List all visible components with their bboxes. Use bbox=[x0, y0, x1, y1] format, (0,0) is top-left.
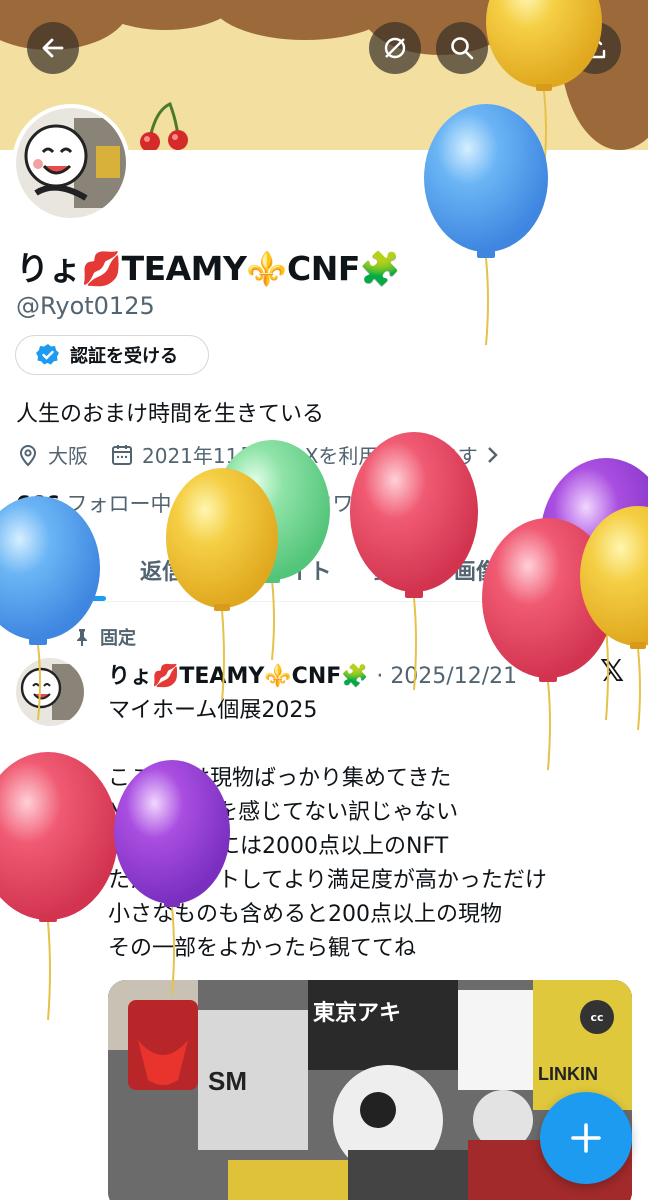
share-button[interactable] bbox=[569, 22, 621, 74]
profile-location: 大阪 bbox=[48, 444, 88, 468]
followers-label: フォロワー bbox=[269, 492, 375, 516]
pinned-indicator: 固定 bbox=[72, 624, 136, 650]
edit-button[interactable] bbox=[503, 22, 555, 74]
tab-highlights[interactable]: ハイライト bbox=[222, 554, 332, 586]
hide-button[interactable] bbox=[369, 22, 421, 74]
avatar-image bbox=[16, 108, 126, 218]
post-avatar[interactable] bbox=[16, 658, 84, 726]
pencil-icon bbox=[519, 37, 540, 58]
followers-count: 3,541 bbox=[196, 492, 263, 516]
tab-posts[interactable]: ポスト bbox=[24, 554, 90, 586]
tab-videos[interactable]: 動画 bbox=[374, 554, 418, 586]
eye-off-icon bbox=[384, 37, 406, 59]
post-text: マイホーム個展2025 ここ2年は現物ばっかり集めてきた NFTに価値を感じてな… bbox=[108, 698, 547, 961]
location-pin-icon bbox=[19, 444, 37, 466]
avatar-image bbox=[16, 658, 84, 726]
pin-icon bbox=[77, 629, 87, 646]
profile-handle: @Ryot0125 bbox=[16, 292, 155, 320]
chevron-right-icon bbox=[487, 446, 498, 463]
back-button[interactable] bbox=[27, 22, 79, 74]
active-tab-indicator bbox=[18, 596, 106, 601]
search-button[interactable] bbox=[436, 22, 488, 74]
following-count: 666 bbox=[16, 492, 60, 516]
following-label: フォロー中 bbox=[66, 492, 172, 516]
post-header: りょ💋TEAMY⚜️CNF🧩 · 2025/12/21 bbox=[108, 658, 517, 690]
x-logo-icon: 𝕏 bbox=[600, 654, 625, 689]
profile-meta: 大阪 2021年11月から Xを利用しています bbox=[16, 440, 502, 469]
banner-drip bbox=[560, 0, 648, 150]
svg-text:東京アキ: 東京アキ bbox=[313, 1000, 401, 1026]
tab-images[interactable]: 画像 bbox=[454, 554, 498, 586]
profile-name: りょ💋TEAMY⚜️CNF🧩 bbox=[16, 249, 401, 288]
profile-joined[interactable]: 2021年11月から Xを利用しています bbox=[142, 440, 478, 469]
tab-articles[interactable]: 記事 bbox=[534, 554, 578, 586]
search-icon bbox=[451, 37, 474, 60]
verified-badge-icon bbox=[36, 344, 59, 365]
followers-link[interactable]: 3,541 フォロワー bbox=[196, 492, 374, 516]
follow-stats: 666 フォロー中 3,541 フォロワー bbox=[16, 488, 374, 518]
arrow-left-icon bbox=[42, 38, 64, 58]
post-date[interactable]: · 2025/12/21 bbox=[376, 664, 517, 689]
profile-bio: 人生のおまけ時間を生きている bbox=[16, 402, 325, 427]
following-link[interactable]: 666 フォロー中 bbox=[16, 492, 172, 516]
compose-button[interactable] bbox=[540, 1092, 632, 1184]
captions-badge[interactable]: cc bbox=[580, 1000, 614, 1034]
plus-icon bbox=[571, 1123, 601, 1153]
balloon-red bbox=[0, 752, 118, 1021]
get-verified-button[interactable]: 認証を受ける bbox=[15, 335, 209, 375]
calendar-icon bbox=[112, 444, 132, 465]
tab-likes[interactable]: いいね bbox=[616, 554, 648, 586]
svg-text:SM: SM bbox=[208, 1066, 247, 1096]
tab-replies[interactable]: 返信 bbox=[140, 554, 184, 586]
avatar[interactable] bbox=[12, 104, 130, 222]
profile-page: りょ💋TEAMY⚜️CNF🧩 @Ryot0125 認証を受ける 人生のおまけ時間… bbox=[0, 0, 648, 1200]
get-verified-label: 認証を受ける bbox=[70, 346, 178, 367]
svg-text:LINKIN: LINKIN bbox=[538, 1064, 598, 1084]
post-author[interactable]: りょ💋TEAMY⚜️CNF🧩 bbox=[108, 664, 369, 689]
profile-tabs: ポスト 返信 ハイライト 動画 画像 記事 いいね bbox=[0, 540, 648, 602]
share-icon bbox=[584, 36, 606, 59]
cherry-icon bbox=[140, 102, 188, 150]
pinned-label: 固定 bbox=[100, 628, 136, 649]
